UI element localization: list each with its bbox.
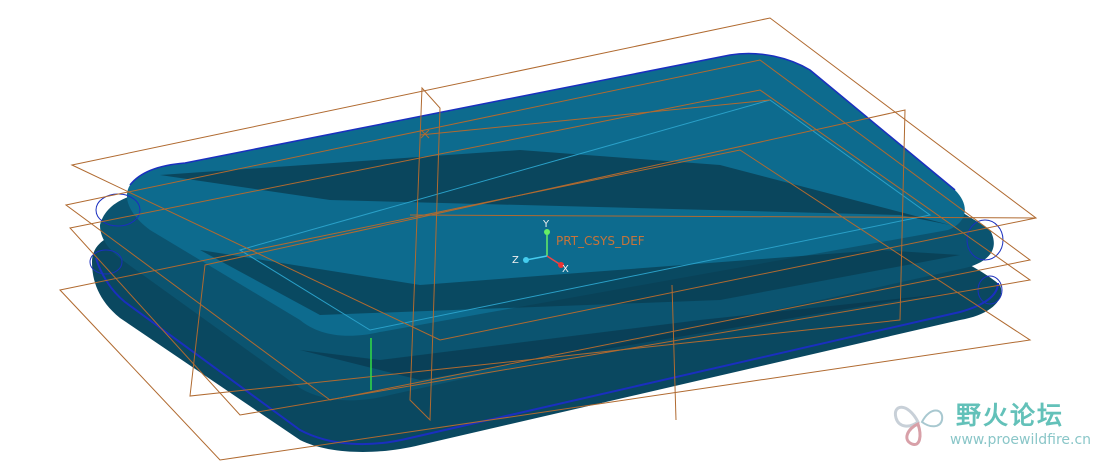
csys-axis-x-label: X bbox=[562, 264, 569, 275]
butterfly-logo-icon bbox=[893, 405, 944, 446]
watermark-url: www.proewildfire.cn bbox=[950, 432, 1092, 448]
csys-name-label[interactable]: PRT_CSYS_DEF bbox=[556, 234, 645, 248]
csys-axis-y-label: Y bbox=[543, 219, 550, 230]
watermark-title: 野火论坛 bbox=[956, 401, 1065, 430]
watermark: 野火论坛 www.proewildfire.cn bbox=[890, 392, 1095, 454]
csys-axis-z-label: Z bbox=[512, 255, 519, 266]
